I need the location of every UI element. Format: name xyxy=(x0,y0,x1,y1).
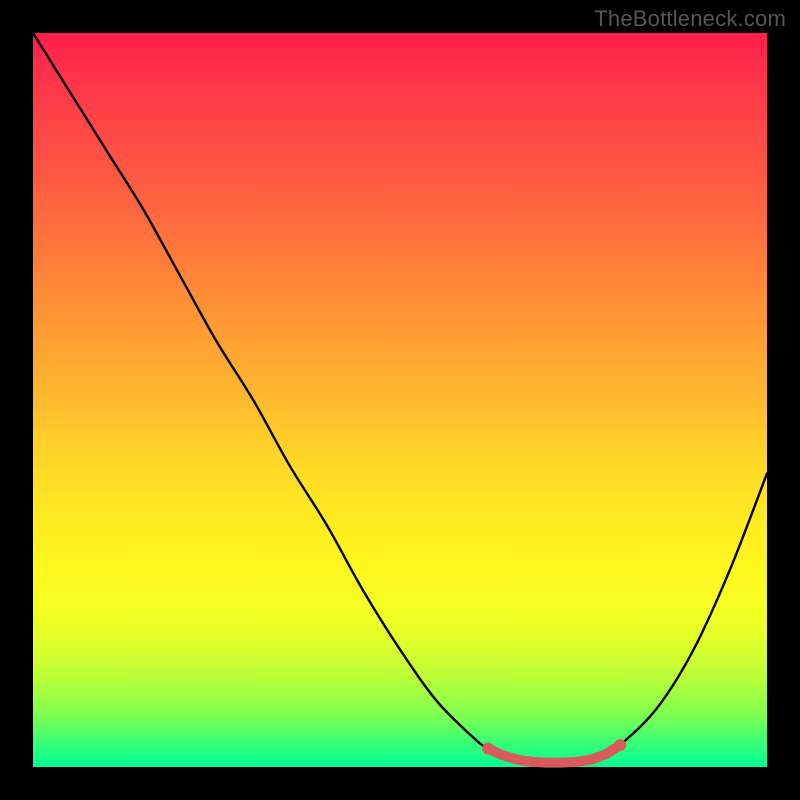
valley-dot-group xyxy=(482,739,626,763)
chart-frame: TheBottleneck.com xyxy=(0,0,800,800)
plot-gradient-area xyxy=(33,33,767,767)
valley-dot xyxy=(614,739,626,751)
attribution-text: TheBottleneck.com xyxy=(594,6,786,32)
valley-dot xyxy=(482,743,494,755)
curve-svg xyxy=(33,33,767,767)
bottleneck-curve xyxy=(33,33,767,763)
valley-band xyxy=(488,745,620,763)
